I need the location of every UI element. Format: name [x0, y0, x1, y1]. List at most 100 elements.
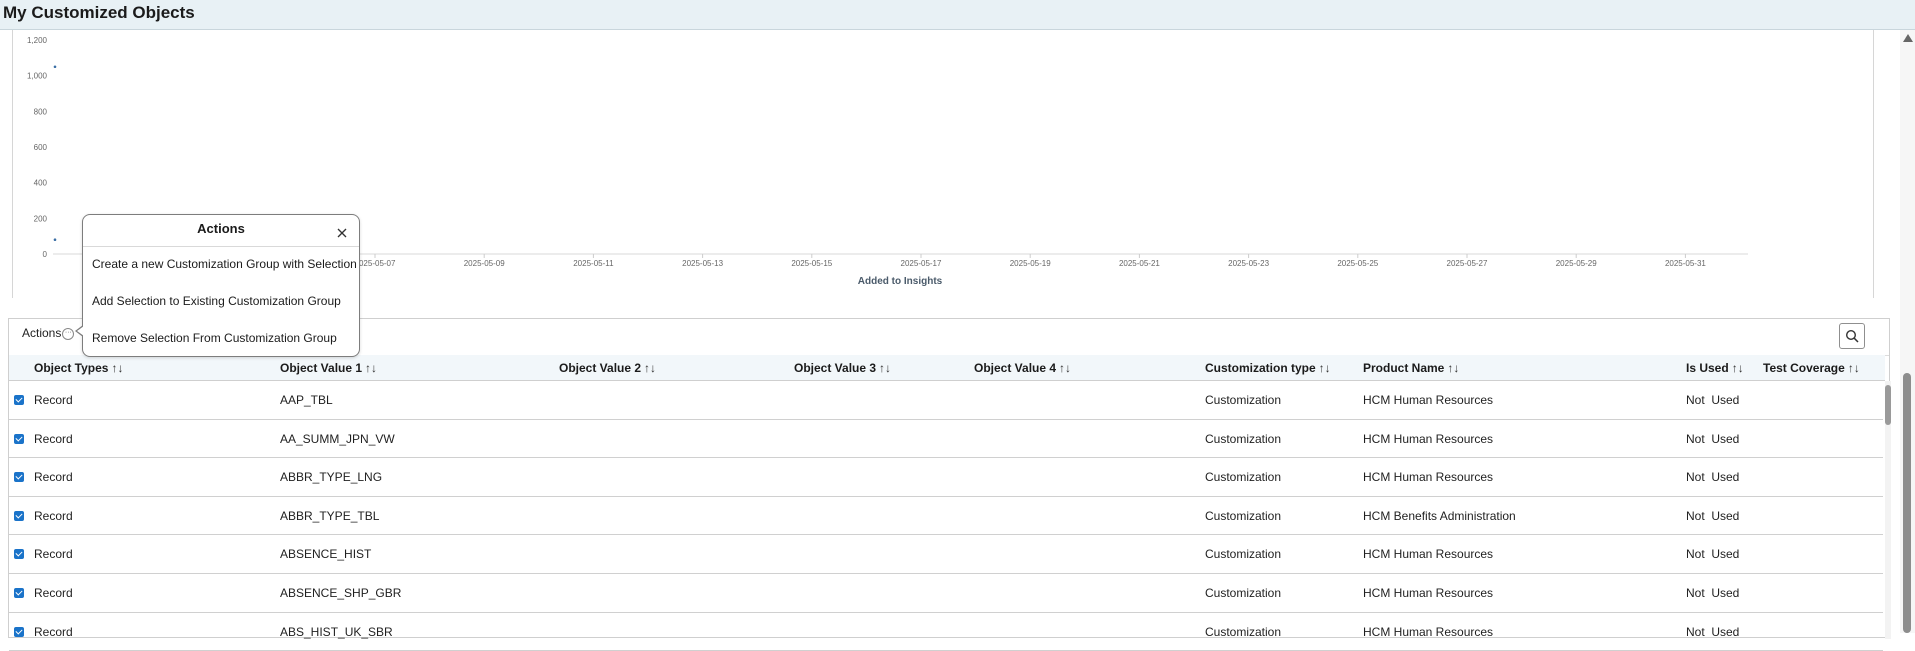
- y-tick-label: 600: [34, 143, 48, 152]
- x-tick-label: 2025-05-11: [573, 259, 614, 268]
- row-checkbox[interactable]: [14, 626, 24, 637]
- column-header-8[interactable]: Test Coverage ↑↓: [1763, 361, 1860, 375]
- column-header-3[interactable]: Object Value 3 ↑↓: [794, 361, 891, 375]
- y-tick-label: 0: [43, 250, 48, 259]
- column-header-label: Object Value 1: [280, 361, 363, 375]
- customization-type-cell: Customization: [1205, 586, 1282, 600]
- x-tick-label: 2025-05-17: [901, 259, 942, 268]
- column-header-label: Object Types: [34, 361, 109, 375]
- column-header-0[interactable]: Object Types ↑↓: [34, 361, 123, 375]
- product-name-cell: HCM Human Resources: [1363, 547, 1494, 562]
- x-tick-label: 2025-05-19: [1010, 259, 1051, 268]
- column-header-6[interactable]: Product Name ↑↓: [1363, 361, 1459, 375]
- data-points: [53, 65, 57, 242]
- create-customization-group-item[interactable]: Create a new Customization Group with Se…: [92, 257, 357, 271]
- more-options-icon[interactable]: ···: [62, 327, 75, 340]
- sort-icon[interactable]: ↑↓: [879, 361, 891, 375]
- column-header-label: Is Used: [1686, 361, 1729, 375]
- table-row[interactable]: Record ABS_HIST_UK_SBR Customization HCM Hu…: [9, 613, 1883, 651]
- object-type-cell: Record: [34, 393, 73, 407]
- row-checkbox[interactable]: [14, 395, 24, 405]
- sort-icon[interactable]: ↑↓: [111, 361, 123, 375]
- y-tick-label: 200: [34, 214, 48, 223]
- row-checkbox[interactable]: [14, 433, 24, 444]
- is-used-cell: Not Used: [1686, 431, 1740, 446]
- x-tick-label: 2025-05-07: [355, 259, 396, 268]
- actions-label: Actions: [22, 326, 62, 340]
- data-point[interactable]: [53, 65, 57, 69]
- column-header-2[interactable]: Object Value 2 ↑↓: [559, 361, 656, 375]
- remove-from-customization-group-item[interactable]: Remove Selection From Customization Grou…: [92, 331, 337, 345]
- object-type-cell: Record: [34, 431, 73, 446]
- page-scroll-thumb[interactable]: [1903, 373, 1911, 633]
- sort-icon[interactable]: ↑↓: [365, 361, 377, 375]
- y-tick-label: 400: [34, 179, 48, 188]
- object-type-cell: Record: [34, 470, 73, 485]
- column-header-label: Object Value 3: [794, 361, 877, 375]
- table-row[interactable]: Record ABBR_TYPE_LNG Customization HCM Huma…: [9, 458, 1883, 497]
- table-row[interactable]: Record ABSENCE_SHP_GBR Customization HCM Hu…: [9, 574, 1883, 613]
- page-scrollbar[interactable]: [1900, 30, 1915, 633]
- x-tick-label: 2025-05-27: [1447, 259, 1488, 268]
- customized-objects-grid: Actions ··· Object Types ↑↓ Object Value 1 ↑…: [8, 318, 1891, 651]
- sort-icon[interactable]: ↑↓: [1319, 361, 1331, 375]
- customization-type-cell: Customization: [1205, 393, 1282, 407]
- x-tick-label: 2025-05-15: [791, 259, 832, 268]
- customization-type-cell: Customization: [1205, 624, 1282, 639]
- customization-type-cell: Customization: [1205, 508, 1282, 523]
- is-used-cell: Not Used: [1686, 586, 1740, 600]
- object-type-cell: Record: [34, 624, 73, 639]
- table-row[interactable]: Record AAP_TBL Customization HCM Human Reso…: [9, 381, 1883, 420]
- y-tick-label: 1,000: [27, 72, 48, 81]
- table-row[interactable]: Record ABSENCE_HIST Customization HCM Human…: [9, 535, 1883, 574]
- sort-icon[interactable]: ↑↓: [1848, 361, 1860, 375]
- data-point[interactable]: [53, 238, 57, 242]
- column-header-label: Object Value 4: [974, 361, 1057, 375]
- search-icon: [1845, 329, 1859, 343]
- object-type-cell: Record: [34, 586, 73, 600]
- object-type-cell: Record: [34, 508, 73, 523]
- column-header-label: Customization type: [1205, 361, 1316, 375]
- add-to-customization-group-item[interactable]: Add Selection to Existing Customization …: [92, 294, 341, 308]
- table-row[interactable]: Record AA_SUMM_JPN_VW Customization HCM Hum…: [9, 420, 1883, 459]
- x-tick-label: 2025-05-23: [1228, 259, 1269, 268]
- table-row[interactable]: Record ABBR_TYPE_TBL Customization HCM Bene…: [9, 497, 1883, 536]
- object-value-1-cell: ABSENCE_HIST: [280, 547, 372, 562]
- customization-type-cell: Customization: [1205, 470, 1282, 485]
- popover-divider: [83, 246, 359, 247]
- sort-icon[interactable]: ↑↓: [1732, 361, 1744, 375]
- product-name-cell: HCM Human Resources: [1363, 393, 1494, 407]
- row-checkbox[interactable]: [14, 549, 24, 560]
- column-header-4[interactable]: Object Value 4 ↑↓: [974, 361, 1071, 375]
- sort-icon[interactable]: ↑↓: [644, 361, 656, 375]
- column-header-1[interactable]: Object Value 1 ↑↓: [280, 361, 377, 375]
- grid-scroll-thumb[interactable]: [1885, 385, 1891, 425]
- page-header: My Customized Objects: [0, 0, 1915, 30]
- sort-icon[interactable]: ↑↓: [1059, 361, 1071, 375]
- close-popover-button[interactable]: [337, 225, 347, 243]
- actions-popover: Actions Create a new Customization Group…: [75, 214, 360, 357]
- search-button[interactable]: [1839, 323, 1865, 349]
- column-header-5[interactable]: Customization type ↑↓: [1205, 361, 1331, 375]
- x-axis-label: Added to Insights: [858, 276, 943, 287]
- x-tick-label: 2025-05-31: [1665, 259, 1706, 268]
- row-checkbox[interactable]: [14, 472, 24, 483]
- column-header-7[interactable]: Is Used ↑↓: [1686, 361, 1744, 375]
- actions-button[interactable]: Actions ···: [22, 326, 75, 340]
- column-header-label: Product Name: [1363, 361, 1445, 375]
- table-header: Object Types ↑↓ Object Value 1 ↑↓ Object Val…: [9, 355, 1885, 381]
- object-value-1-cell: ABS_HIST_UK_SBR: [280, 624, 393, 639]
- product-name-cell: HCM Human Resources: [1363, 470, 1494, 485]
- sort-icon[interactable]: ↑↓: [1447, 361, 1459, 375]
- row-checkbox[interactable]: [14, 510, 24, 521]
- row-checkbox[interactable]: [14, 588, 24, 598]
- popover-title: Actions: [197, 221, 245, 236]
- product-name-cell: HCM Human Resources: [1363, 431, 1494, 446]
- x-tick-label: 2025-05-21: [1119, 259, 1160, 268]
- grid-scrollbar[interactable]: [1885, 381, 1891, 639]
- scroll-up-icon[interactable]: [1903, 34, 1913, 42]
- column-header-label: Test Coverage: [1763, 361, 1845, 375]
- is-used-cell: Not Used: [1686, 393, 1740, 407]
- object-value-1-cell: ABBR_TYPE_LNG: [280, 470, 383, 485]
- is-used-cell: Not Used: [1686, 470, 1740, 485]
